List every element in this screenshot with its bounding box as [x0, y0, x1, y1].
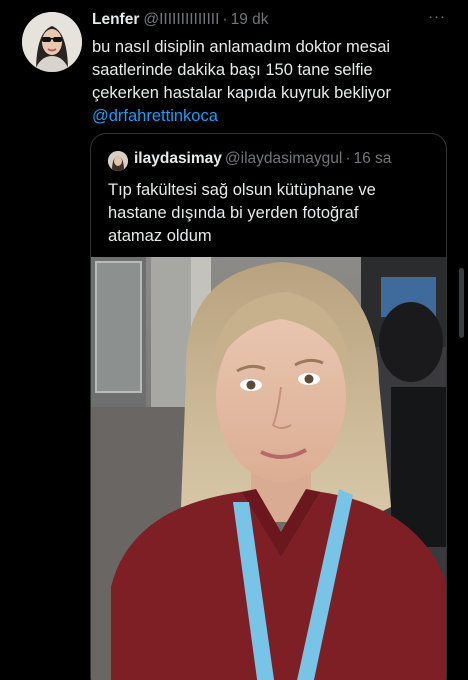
- scrollbar-thumb[interactable]: [459, 268, 464, 338]
- quoted-header: ilaydasimay @ilaydasimaygul · 16 sa: [134, 150, 391, 168]
- tweet-text-line: bu nasıl disiplin anlamadım doktor mesai: [92, 38, 391, 56]
- quoted-text-line: Tıp fakültesi sağ olsun kütüphane ve: [108, 181, 376, 199]
- quoted-text: Tıp fakültesi sağ olsun kütüphane ve has…: [108, 179, 428, 248]
- more-options-icon[interactable]: ···: [428, 9, 446, 26]
- tweet-header: Lenfer @IIIIIIIIIIIIII · 19 dk: [92, 11, 269, 31]
- quoted-author-handle[interactable]: @ilaydasimaygul: [225, 150, 342, 167]
- quoted-author-avatar[interactable]: [108, 151, 128, 171]
- quoted-author-name[interactable]: ilaydasimay: [134, 150, 222, 167]
- mention-link[interactable]: @drfahrettinkoca: [92, 105, 432, 128]
- tweet-time[interactable]: 19 dk: [231, 11, 269, 28]
- quoted-time[interactable]: 16 sa: [353, 150, 391, 167]
- quoted-text-line: atamaz oldum: [108, 227, 212, 245]
- separator: ·: [345, 150, 351, 167]
- quoted-photo[interactable]: [91, 257, 446, 680]
- author-handle[interactable]: @IIIIIIIIIIIIII: [143, 11, 219, 28]
- tweet-text: bu nasıl disiplin anlamadım doktor mesai…: [92, 36, 432, 128]
- author-avatar[interactable]: [22, 12, 82, 72]
- tweet-text-line: çekerken hastalar kapıda kuyruk bekliyor: [92, 84, 391, 102]
- quoted-text-line: hastane dışında bi yerden fotoğraf: [108, 204, 359, 222]
- quoted-tweet[interactable]: ilaydasimay @ilaydasimaygul · 16 sa Tıp fak…: [90, 133, 447, 680]
- tweet[interactable]: Lenfer @IIIIIIIIIIIIII · 19 dk ··· bu nasıl…: [0, 0, 468, 680]
- author-name[interactable]: Lenfer: [92, 11, 139, 28]
- tweet-text-line: saatlerinde dakika başı 150 tane selfie: [92, 61, 373, 79]
- separator: ·: [222, 11, 228, 28]
